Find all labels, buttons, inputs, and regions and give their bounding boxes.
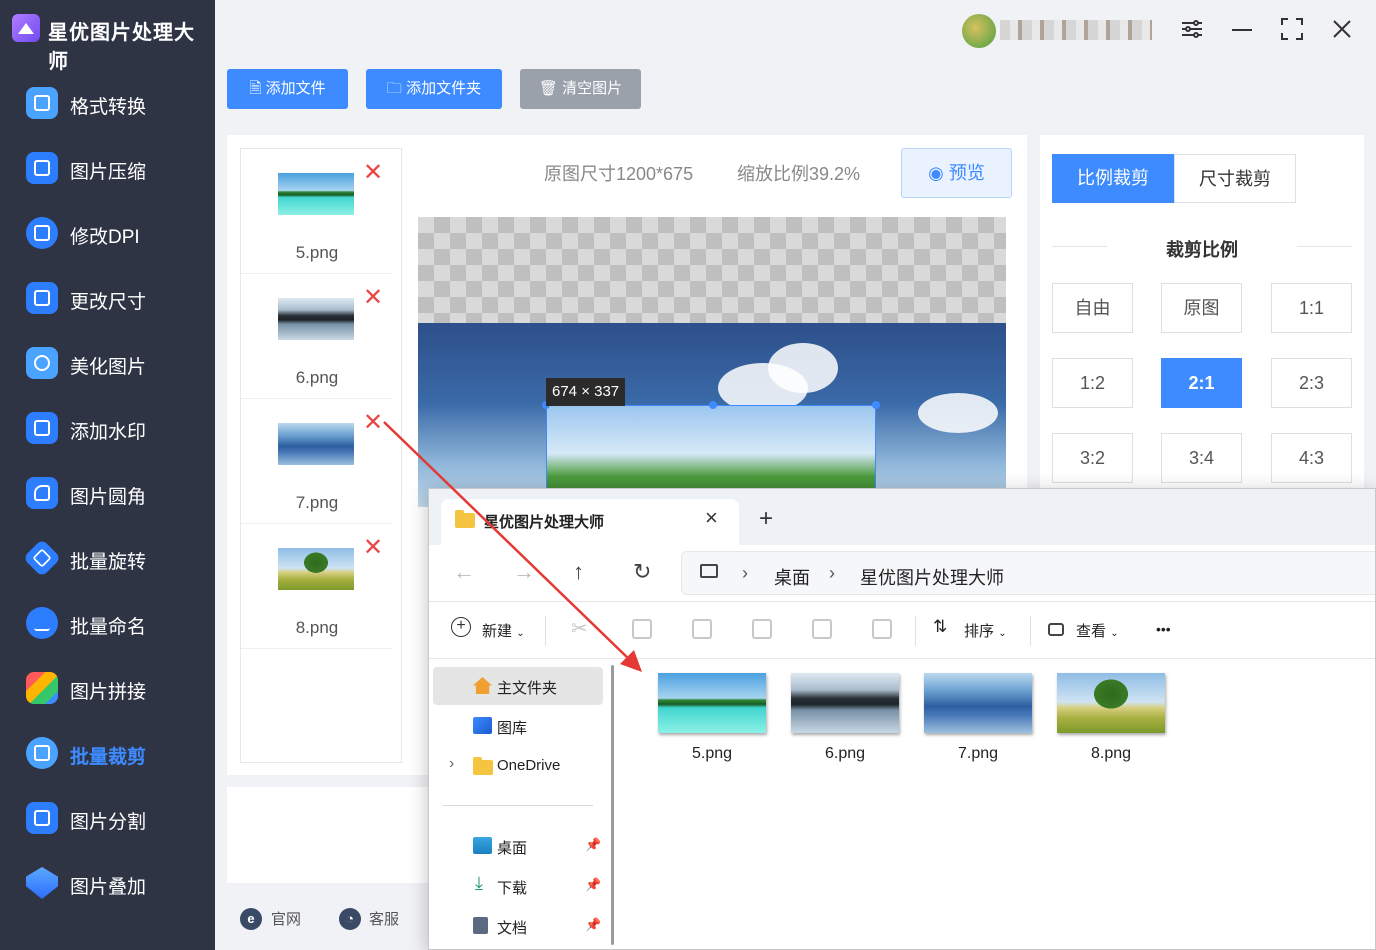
drag-arrow-icon — [383, 421, 642, 672]
